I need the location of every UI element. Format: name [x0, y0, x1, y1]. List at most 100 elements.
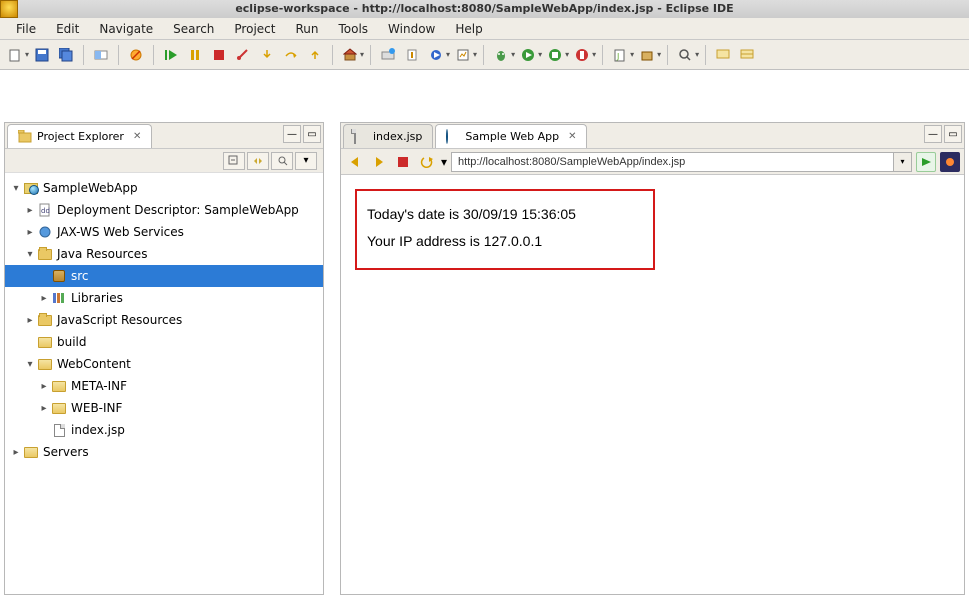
minimize-button[interactable]: — [283, 125, 301, 143]
editor-panel: index.jsp Sample Web App ✕ — ▭ ▾ ▾ [340, 122, 965, 595]
tree-project[interactable]: ▾SampleWebApp [5, 177, 323, 199]
new-java-button[interactable]: J [609, 44, 631, 66]
libraries-icon [51, 290, 67, 306]
jaxws-icon [37, 224, 53, 240]
collapse-all-button[interactable] [223, 152, 245, 170]
folder-icon [51, 378, 67, 394]
url-dropdown-button[interactable]: ▾ [894, 152, 912, 172]
title-bar: eclipse-workspace - http://localhost:808… [0, 0, 969, 18]
resume-button[interactable] [160, 44, 182, 66]
view-menu-button[interactable]: ▾ [295, 152, 317, 170]
step-over-button[interactable] [280, 44, 302, 66]
menu-file[interactable]: File [6, 20, 46, 38]
search-button[interactable] [674, 44, 696, 66]
tree-servers[interactable]: ▸Servers [5, 441, 323, 463]
save-button[interactable] [31, 44, 53, 66]
go-button[interactable] [916, 152, 936, 172]
svg-text:dd: dd [41, 207, 50, 215]
terminate-button[interactable] [208, 44, 230, 66]
forward-button[interactable] [369, 152, 389, 172]
build-button[interactable] [339, 44, 361, 66]
menu-edit[interactable]: Edit [46, 20, 89, 38]
menu-navigate[interactable]: Navigate [89, 20, 163, 38]
open-type-button[interactable] [712, 44, 734, 66]
tree-java-resources[interactable]: ▾Java Resources [5, 243, 323, 265]
run-button[interactable] [517, 44, 539, 66]
browser-content: Today's date is 30/09/19 15:36:05 Your I… [341, 175, 964, 284]
close-icon[interactable]: ✕ [568, 131, 576, 142]
explorer-tab-row: Project Explorer ✕ — ▭ [5, 123, 323, 149]
skip-breakpoints-button[interactable] [125, 44, 147, 66]
svg-text:J: J [616, 52, 619, 61]
java-resources-icon [37, 246, 53, 262]
tab-label: Project Explorer [37, 130, 124, 143]
tree-webcontent[interactable]: ▾WebContent [5, 353, 323, 375]
step-into-button[interactable] [256, 44, 278, 66]
output-ip-line: Your IP address is 127.0.0.1 [367, 228, 643, 255]
maximize-button[interactable]: ▭ [944, 125, 962, 143]
js-resources-icon [37, 312, 53, 328]
link-editor-button[interactable] [247, 152, 269, 170]
url-input[interactable] [451, 152, 894, 172]
output-date-line: Today's date is 30/09/19 15:36:05 [367, 201, 643, 228]
toggle-button[interactable] [90, 44, 112, 66]
tab-indexjsp[interactable]: index.jsp [343, 124, 433, 148]
tree-webinf[interactable]: ▸WEB-INF [5, 397, 323, 419]
profile-server-button[interactable] [452, 44, 474, 66]
menu-bar: File Edit Navigate Search Project Run To… [0, 18, 969, 40]
new-button[interactable] [4, 44, 26, 66]
back-button[interactable] [345, 152, 365, 172]
publish-button[interactable] [401, 44, 423, 66]
tree-jaxws[interactable]: ▸JAX-WS Web Services [5, 221, 323, 243]
dd-icon: dd [37, 202, 53, 218]
refresh-button[interactable] [417, 152, 437, 172]
tab-sample-web-app[interactable]: Sample Web App ✕ [435, 124, 587, 148]
project-explorer-panel: Project Explorer ✕ — ▭ ▾ ▾SampleWebApp ▸… [4, 122, 324, 595]
menu-help[interactable]: Help [445, 20, 492, 38]
maximize-button[interactable]: ▭ [303, 125, 321, 143]
main-toolbar: ▾ ▾ ▾ ▾ ▾ ▾ ▾ ▾ J▾ ▾ ▾ [0, 40, 969, 70]
open-task-button[interactable] [736, 44, 758, 66]
tree-src[interactable]: src [5, 265, 323, 287]
tab-label: index.jsp [373, 130, 422, 143]
tree-deployment-descriptor[interactable]: ▸ddDeployment Descriptor: SampleWebApp [5, 199, 323, 221]
disconnect-button[interactable] [232, 44, 254, 66]
menu-search[interactable]: Search [163, 20, 224, 38]
tab-project-explorer[interactable]: Project Explorer ✕ [7, 124, 152, 148]
webcontent-folder-icon [37, 356, 53, 372]
eclipse-logo-icon [0, 0, 18, 18]
close-icon[interactable]: ✕ [133, 131, 141, 142]
menu-window[interactable]: Window [378, 20, 445, 38]
external-tools-button[interactable] [571, 44, 593, 66]
run-last-button[interactable] [544, 44, 566, 66]
menu-run[interactable]: Run [285, 20, 328, 38]
menu-project[interactable]: Project [224, 20, 285, 38]
debug-button[interactable] [490, 44, 512, 66]
build-folder-icon [37, 334, 53, 350]
suspend-button[interactable] [184, 44, 206, 66]
tree-indexjsp[interactable]: index.jsp [5, 419, 323, 441]
focus-button[interactable] [271, 152, 293, 170]
save-all-button[interactable] [55, 44, 77, 66]
tab-label: Sample Web App [465, 130, 559, 143]
stop-button[interactable] [393, 152, 413, 172]
globe-icon [446, 130, 460, 144]
jsp-file-icon [51, 422, 67, 438]
tree-js-resources[interactable]: ▸JavaScript Resources [5, 309, 323, 331]
servers-folder-icon [23, 444, 39, 460]
browser-toolbar: ▾ ▾ [341, 149, 964, 175]
menu-tools[interactable]: Tools [328, 20, 378, 38]
start-server-button[interactable] [425, 44, 447, 66]
folder-icon [51, 400, 67, 416]
tree-libraries[interactable]: ▸Libraries [5, 287, 323, 309]
launch-external-button[interactable] [940, 152, 960, 172]
tree-metainf[interactable]: ▸META-INF [5, 375, 323, 397]
web-project-icon [23, 180, 39, 196]
tree-build[interactable]: build [5, 331, 323, 353]
minimize-button[interactable]: — [924, 125, 942, 143]
step-return-button[interactable] [304, 44, 326, 66]
project-tree[interactable]: ▾SampleWebApp ▸ddDeployment Descriptor: … [5, 173, 323, 467]
new-server-button[interactable] [377, 44, 399, 66]
new-package-button[interactable] [636, 44, 658, 66]
highlighted-output: Today's date is 30/09/19 15:36:05 Your I… [355, 189, 655, 270]
